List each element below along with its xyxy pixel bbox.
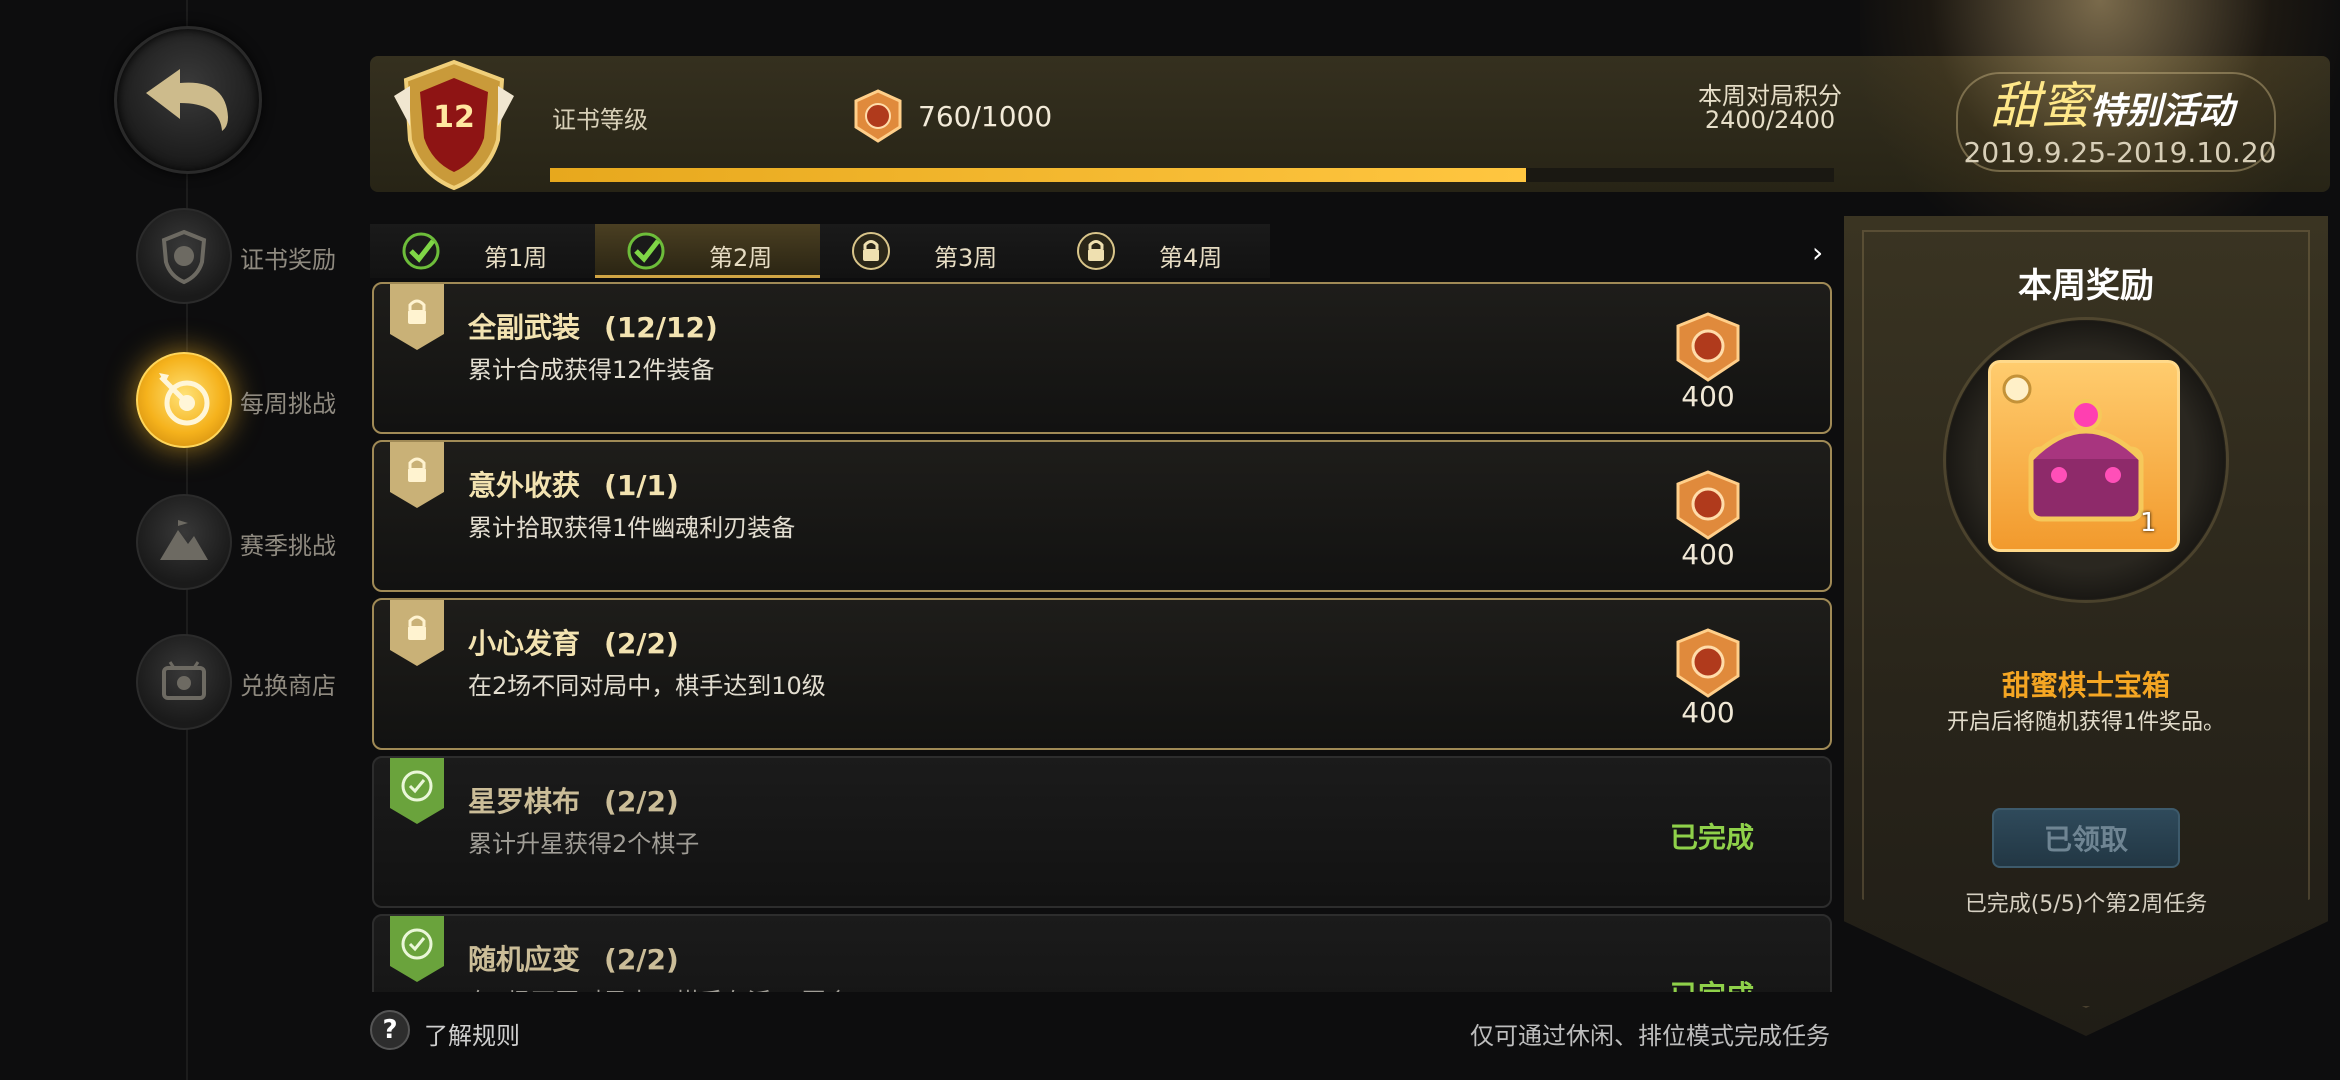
checkmark-icon [402,232,440,270]
panel-title: 本周奖励 [2018,266,2154,306]
level-progress-fill [550,168,1526,182]
event-title: 甜蜜特别活动 [1990,66,2234,138]
event-dates: 2019.9.25-2019.10.20 [1963,136,2277,169]
tab-week-3[interactable]: 第3周 [820,224,1045,278]
lock-flag-icon [390,442,444,508]
points-value: 760/1000 [918,99,1053,133]
back-arrow-icon [146,69,228,131]
nav-item-exchange-shop[interactable]: 兑换商店 [136,634,386,734]
checkmark-icon [627,232,665,270]
task-description: 累计升星获得2个棋子 [468,830,700,858]
week-tabs: 第1周 第2周 第3周 第4周 [370,224,1270,278]
tab-label: 第4周 [1159,244,1223,272]
reward-value: 400 [1681,538,1735,571]
reward-item-description: 开启后将随机获得1件奖品。 [1947,710,2225,735]
nav-label: 赛季挑战 [240,532,336,560]
tab-label: 第3周 [934,244,998,272]
task-card: 小心发育 (2/2) 在2场不同对局中，棋手达到10级 400 [372,598,1832,750]
nav-item-season-challenge[interactable]: 赛季挑战 [136,494,386,594]
lock-icon [852,232,890,270]
nav-label: 兑换商店 [240,672,336,700]
task-description: 在2场不同对局中，棋手存活20回合 [468,982,850,992]
tab-label: 第1周 [484,244,548,272]
nav-item-certificate-rewards[interactable]: 证书奖励 [136,208,386,308]
task-card: 意外收获 (1/1) 累计拾取获得1件幽魂利刃装备 400 [372,440,1832,592]
tab-week-4[interactable]: 第4周 [1045,224,1270,278]
task-status-completed: 已完成 [1670,974,1754,992]
check-flag-icon [390,916,444,982]
task-title: 全副武装 (12/12) [468,311,718,344]
reward-item-quantity: 1 [2140,508,2157,538]
reward-value: 400 [1681,380,1735,413]
task-description: 在2场不同对局中，棋手达到10级 [468,672,826,700]
task-title: 小心发育 (2/2) [468,627,679,660]
reward-item-name: 甜蜜棋士宝箱 [2001,669,2170,702]
event-title-special: 特别活动 [2090,91,2235,132]
task-description: 累计拾取获得1件幽魂利刃装备 [468,514,796,542]
shield-crest-icon [136,208,232,304]
level-progress-bar [550,168,1834,182]
mode-note: 仅可通过休闲、排位模式完成任务 [1470,1022,1830,1050]
rules-link[interactable]: 了解规则 [424,1016,520,1051]
mountain-flag-icon [136,494,232,590]
tab-label: 第2周 [709,244,773,272]
event-title-sweet: 甜蜜 [1990,77,2090,135]
certificate-points: 760/1000 [848,88,1052,144]
task-title: 随机应变 (2/2) [468,943,679,976]
target-icon [136,352,232,448]
level-badge: 12 [384,56,524,196]
tab-week-2[interactable]: 第2周 [595,224,820,278]
weekly-score-value: 2400/2400 [1704,106,1836,134]
check-flag-icon [390,758,444,824]
task-title: 意外收获 (1/1) [468,469,679,502]
lock-flag-icon [390,284,444,350]
nav-label: 每周挑战 [240,390,336,418]
level-number: 12 [433,100,475,135]
level-label: 证书等级 [552,106,648,134]
nav-item-weekly-challenge[interactable]: 每周挑战 [136,352,386,452]
tab-week-1[interactable]: 第1周 [370,224,595,278]
task-card: 星罗棋布 (2/2) 累计升星获得2个棋子 已完成 [372,756,1832,908]
task-card: 随机应变(2/2) 在2场不同对局中，棋手存活20回合 已完成 [372,914,1832,992]
task-list[interactable]: 全副武装 (12/12) 累计合成获得12件装备 400 意外收获 (1/1) 累计… [372,282,1832,992]
claim-button[interactable]: 已领取 [1992,808,2180,868]
reward-value: 400 [1681,696,1735,729]
task-description: 累计合成获得12件装备 [468,356,715,384]
completion-note: 已完成(5/5)个第2周任务 [1964,892,2208,917]
chevron-right-icon[interactable]: › [1812,236,1823,269]
medal-icon [854,89,902,143]
lock-icon [1077,232,1115,270]
task-card: 全副武装 (12/12) 累计合成获得12件装备 400 [372,282,1832,434]
task-status-completed: 已完成 [1670,821,1755,854]
nav-label: 证书奖励 [240,246,336,274]
back-button[interactable] [114,26,262,174]
shop-ticket-icon [136,634,232,730]
medal-icon [1676,470,1740,540]
medal-icon [1676,312,1740,382]
task-title: 星罗棋布 (2/2) [468,785,679,818]
medal-icon [1676,628,1740,698]
lock-flag-icon [390,600,444,666]
help-icon[interactable]: ? [370,1010,410,1050]
